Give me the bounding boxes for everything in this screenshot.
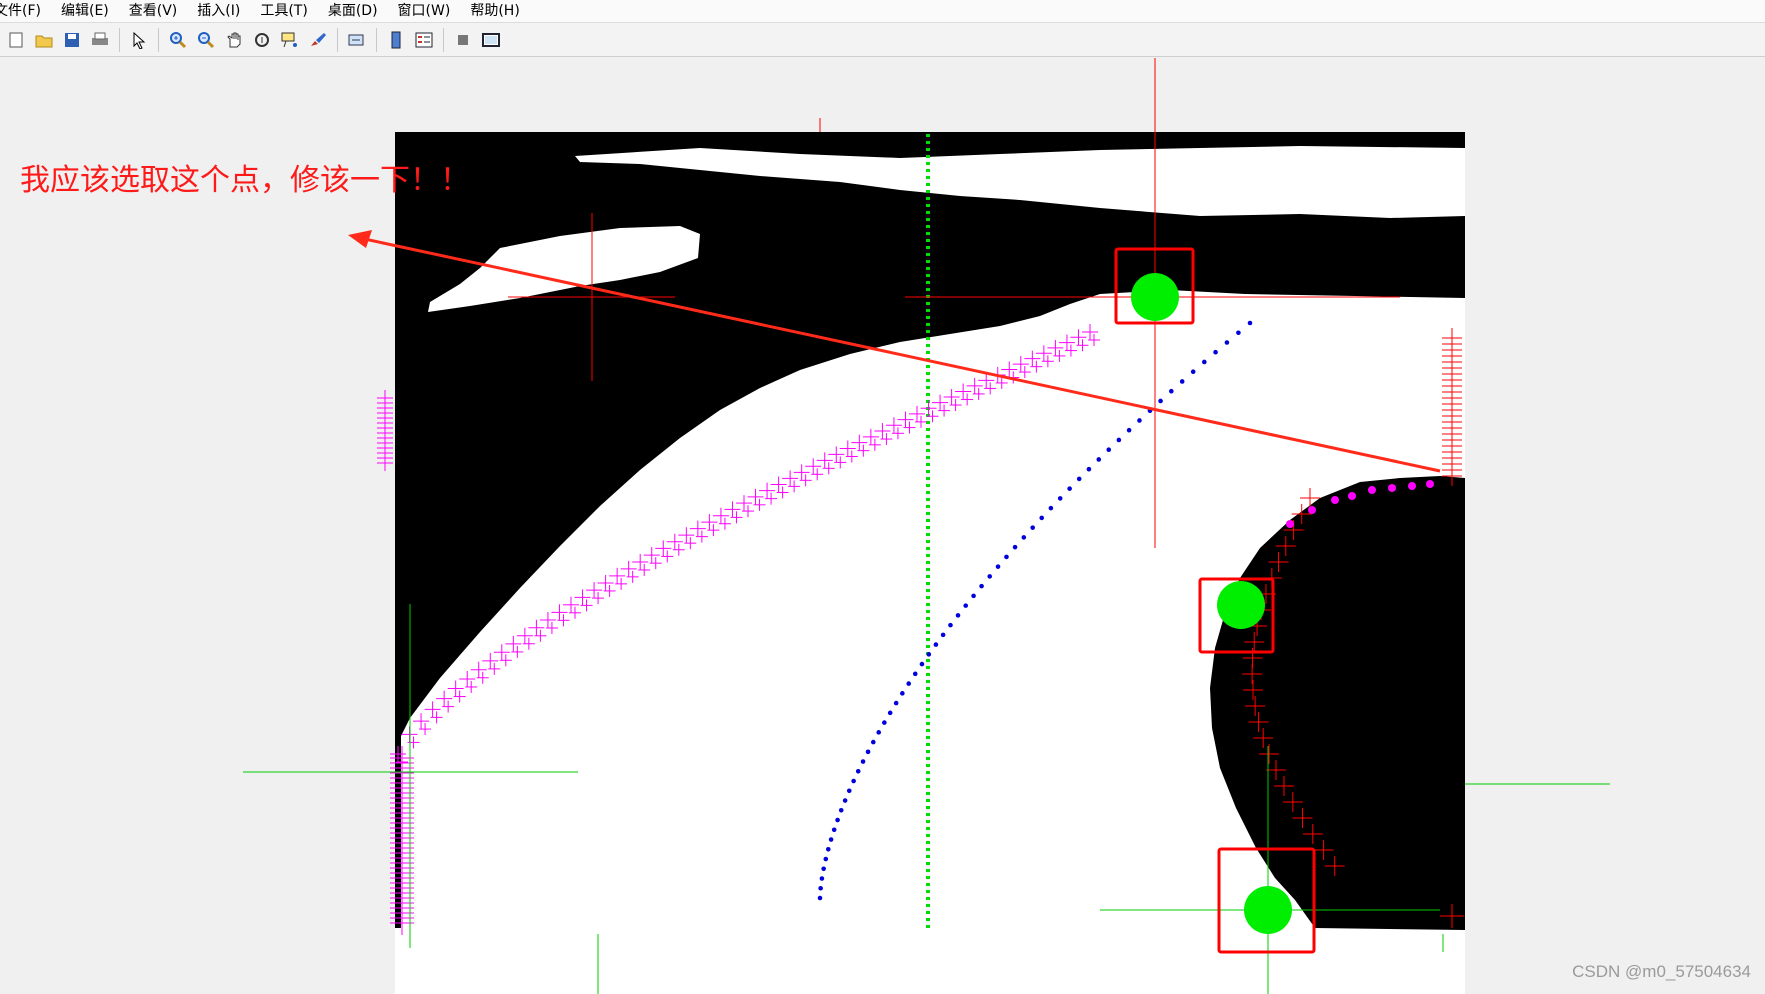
blue-dot (1190, 369, 1196, 375)
new-file-icon[interactable] (4, 28, 28, 52)
menu-insert[interactable]: 插入(I) (187, 0, 250, 22)
toolbar-separator (337, 27, 338, 52)
menu-file[interactable]: 文件(F) (0, 0, 51, 22)
green-marker-top (1131, 273, 1179, 321)
csdn-watermark: CSDN @m0_57504634 (1572, 962, 1751, 981)
toolbar-separator (158, 27, 159, 52)
blue-dot (933, 642, 939, 647)
blue-dot (971, 593, 976, 599)
blue-dot (926, 652, 932, 657)
blue-dot (1236, 330, 1241, 336)
annotation-arrow-head (348, 230, 372, 248)
figure-toolbar (0, 23, 1765, 57)
blue-dot (1067, 486, 1072, 491)
blue-dot (1202, 359, 1207, 365)
blue-dot (893, 700, 899, 706)
blue-dot (1137, 418, 1142, 423)
open-folder-icon[interactable] (32, 28, 56, 52)
rotate-3d-icon[interactable] (250, 28, 274, 52)
magenta-cross (377, 455, 393, 471)
blue-dot (1004, 554, 1009, 560)
blue-dot (1030, 525, 1035, 530)
blue-dot (870, 739, 876, 745)
blue-dot (860, 759, 866, 764)
blue-dot (912, 671, 918, 677)
dock-figure-icon[interactable] (479, 28, 503, 52)
hide-tools-icon[interactable] (451, 28, 475, 52)
blue-dot (900, 691, 905, 696)
annotation-text: 我应该选取这个点，修该一下！！ (20, 163, 470, 198)
blue-dot (865, 749, 871, 755)
blue-dot (1048, 505, 1054, 511)
blue-dot (821, 866, 826, 872)
blue-dot (955, 613, 961, 618)
blue-dot (919, 661, 925, 667)
toolbar-separator (376, 27, 377, 52)
brush-icon[interactable] (306, 28, 330, 52)
legend-icon[interactable] (412, 28, 436, 52)
blue-dot (846, 788, 852, 794)
blue-dot (882, 720, 887, 725)
blue-dot (831, 827, 837, 833)
menu-desktop[interactable]: 桌面(D) (318, 0, 388, 22)
blue-dot (979, 583, 984, 589)
colorbar-icon[interactable] (384, 28, 408, 52)
blue-dot (1179, 379, 1185, 384)
toolbar-separator (443, 27, 444, 52)
blue-dot (987, 574, 993, 579)
blue-dot (1012, 544, 1018, 550)
blue-dot (948, 622, 953, 628)
menu-bar: 文件(F) 编辑(E) 查看(V) 插入(I) 工具(T) 桌面(D) 窗口(W… (0, 0, 1765, 23)
pan-hand-icon[interactable] (222, 28, 246, 52)
black-strip-left (395, 438, 401, 928)
blue-dot (1039, 515, 1045, 521)
blue-dot (906, 681, 912, 686)
blue-dot (818, 885, 823, 891)
menu-help[interactable]: 帮助(H) (460, 0, 529, 22)
blue-dot (1224, 340, 1230, 345)
blue-dot (995, 564, 1001, 569)
menu-view[interactable]: 查看(V) (119, 0, 188, 22)
blue-dot (1116, 437, 1122, 443)
blue-dot (1158, 398, 1163, 404)
blue-dot (1076, 476, 1082, 482)
blue-dot (1126, 427, 1132, 433)
zoom-in-icon[interactable] (166, 28, 190, 52)
link-plot-icon[interactable] (345, 28, 369, 52)
data-cursor-icon[interactable] (278, 28, 302, 52)
green-marker-middle (1217, 581, 1265, 629)
pointer-icon[interactable] (127, 28, 151, 52)
blue-dot (940, 632, 946, 638)
toolbar-separator (119, 27, 120, 52)
figure-canvas[interactable]: 我应该选取这个点，修该一下！！ CSDN @m0_57504634 (0, 58, 1765, 994)
menu-tools[interactable]: 工具(T) (250, 0, 317, 22)
blue-dot (817, 895, 823, 901)
blue-dot (1096, 457, 1102, 462)
blue-dot (876, 730, 882, 735)
blue-dot (1021, 535, 1027, 540)
save-icon[interactable] (60, 28, 84, 52)
blue-dot (835, 817, 840, 823)
green-marker-bottom (1244, 886, 1292, 934)
menu-edit[interactable]: 编辑(E) (51, 0, 119, 22)
blue-dot (851, 778, 856, 784)
print-icon[interactable] (88, 28, 112, 52)
blue-dot (1213, 349, 1218, 355)
blue-dot (823, 856, 829, 862)
blue-dot (819, 876, 825, 881)
blue-dot (1086, 466, 1092, 472)
blue-dot (855, 769, 861, 774)
blue-dot (1247, 320, 1253, 326)
blue-dot (838, 807, 844, 813)
blue-dot (1106, 447, 1112, 452)
blue-dot (887, 710, 893, 716)
blue-dot (825, 846, 831, 852)
zoom-out-icon[interactable] (194, 28, 218, 52)
blue-dot (1169, 388, 1174, 394)
blue-dot (828, 837, 834, 842)
blue-dot (1057, 496, 1063, 501)
blue-dot (963, 603, 969, 608)
menu-window[interactable]: 窗口(W) (388, 0, 461, 22)
blue-dot (842, 798, 848, 803)
